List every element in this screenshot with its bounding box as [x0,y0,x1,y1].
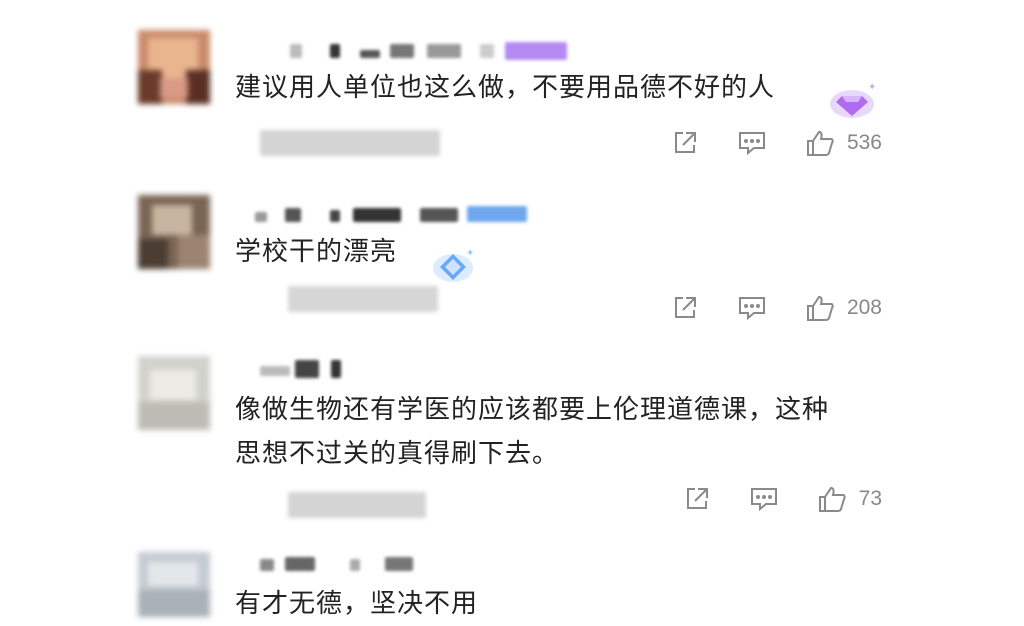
reply-button[interactable] [749,485,779,513]
comment-meta-redacted [260,130,450,158]
username-redacted[interactable] [235,553,435,575]
comment-icon [738,297,765,321]
comment-text-line-1: 像做生物还有学医的应该都要上伦理道德课，这种 [235,395,830,425]
username-redacted[interactable] [235,358,395,380]
username-redacted[interactable] [235,40,575,62]
username-redacted[interactable] [235,204,555,226]
svg-text:✦: ✦ [868,82,876,93]
comment-actions: 536 [633,128,882,158]
like-button[interactable]: 73 [817,485,882,513]
like-count: 73 [858,487,882,510]
comment-actions: 208 [633,293,882,323]
reply-button[interactable] [737,294,767,322]
share-icon [686,488,708,509]
comment-text: 有才无德，坚决不用 [235,589,479,619]
thumbs-up-icon [818,486,846,512]
avatar[interactable] [138,356,210,430]
share-button[interactable] [671,294,699,322]
comment-text: 建议用人单位也这么做，不要用品德不好的人 [235,73,776,103]
avatar[interactable] [138,30,210,104]
share-button[interactable] [683,485,711,513]
like-button[interactable]: 536 [805,129,882,157]
comment-icon [750,488,777,512]
comment-icon [738,132,765,156]
share-icon [674,132,696,153]
like-count: 536 [846,131,882,154]
comment-meta-redacted [260,286,450,314]
comment-text: 学校干的漂亮 [235,237,398,267]
thumbs-up-icon [806,295,834,321]
avatar[interactable] [138,195,210,269]
share-icon [674,297,696,318]
comment-meta-redacted [260,492,440,520]
comment-actions: 73 [645,484,882,514]
reply-button[interactable] [737,129,767,157]
thumbs-up-icon [806,130,834,156]
comment-text-line-2: 思想不过关的真得刷下去。 [235,439,560,469]
avatar[interactable] [138,552,210,617]
svg-text:✦: ✦ [466,248,474,259]
like-button[interactable]: 208 [805,294,882,322]
diamond-badge-icon: ✦ [828,82,876,126]
like-count: 208 [846,296,882,319]
diamond-badge-icon: ✦ [430,246,476,290]
share-button[interactable] [671,129,699,157]
